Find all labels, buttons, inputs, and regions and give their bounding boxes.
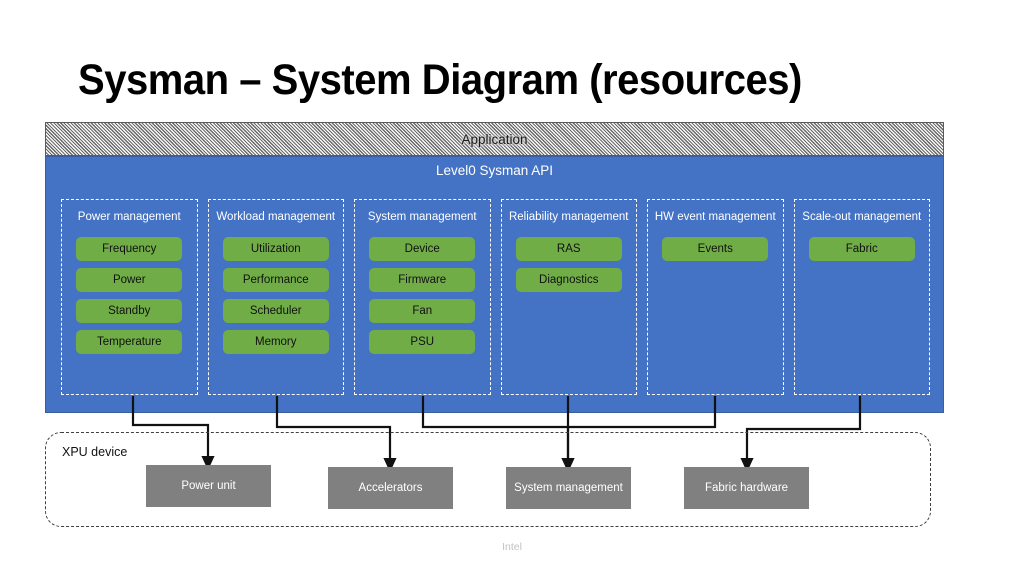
page-title: Sysman – System Diagram (resources) — [78, 56, 802, 104]
application-layer-bar: Application — [45, 122, 944, 156]
resource-chip-temperature[interactable]: Temperature — [76, 329, 183, 354]
resource-chip-fabric[interactable]: Fabric — [808, 236, 915, 261]
xpu-device-label: XPU device — [62, 445, 128, 459]
domain-column-system-management[interactable]: System management Device Firmware Fan PS… — [354, 199, 491, 395]
resource-chip-stack: RAS Diagnostics — [502, 236, 637, 292]
resource-chip-stack: Utilization Performance Scheduler Memory — [209, 236, 344, 354]
resource-chip-stack: Events — [648, 236, 783, 261]
resource-chip-scheduler[interactable]: Scheduler — [222, 298, 329, 323]
resource-chip-psu[interactable]: PSU — [369, 329, 476, 354]
resource-chip-ras[interactable]: RAS — [515, 236, 622, 261]
resource-chip-power[interactable]: Power — [76, 267, 183, 292]
domain-column-title: Reliability management — [508, 211, 629, 223]
domain-column-title: Power management — [77, 211, 181, 223]
domain-column-title: Scale-out management — [802, 211, 922, 223]
hardware-box-fabric-hardware[interactable]: Fabric hardware — [684, 467, 809, 509]
resource-chip-fan[interactable]: Fan — [369, 298, 476, 323]
application-layer-label: Application — [461, 131, 528, 147]
resource-chip-performance[interactable]: Performance — [222, 267, 329, 292]
footer-note: Intel — [502, 541, 522, 553]
domain-column-power-management[interactable]: Power management Frequency Power Standby… — [61, 199, 198, 395]
level0-sysman-api-panel: Level0 Sysman API Power management Frequ… — [45, 156, 944, 413]
resource-chip-standby[interactable]: Standby — [76, 298, 183, 323]
resource-chip-events[interactable]: Events — [662, 236, 769, 261]
domain-column-scale-out-management[interactable]: Scale-out management Fabric — [793, 199, 930, 395]
domain-column-title: HW event management — [654, 211, 776, 223]
domain-column-reliability-management[interactable]: Reliability management RAS Diagnostics — [500, 199, 637, 395]
resource-chip-firmware[interactable]: Firmware — [369, 267, 476, 292]
domain-column-hw-event-management[interactable]: HW event management Events — [647, 199, 784, 395]
resource-chip-device[interactable]: Device — [369, 236, 476, 261]
domain-column-title: Workload management — [216, 211, 336, 223]
domain-column-workload-management[interactable]: Workload management Utilization Performa… — [207, 199, 344, 395]
hardware-box-accelerators[interactable]: Accelerators — [328, 467, 453, 509]
sysman-domain-columns: Power management Frequency Power Standby… — [61, 199, 930, 395]
resource-chip-memory[interactable]: Memory — [222, 329, 329, 354]
resource-chip-stack: Fabric — [795, 236, 930, 261]
resource-chip-stack: Device Firmware Fan PSU — [355, 236, 490, 354]
resource-chip-frequency[interactable]: Frequency — [76, 236, 183, 261]
domain-column-title: System management — [367, 211, 477, 223]
resource-chip-utilization[interactable]: Utilization — [222, 236, 329, 261]
resource-chip-stack: Frequency Power Standby Temperature — [62, 236, 197, 354]
hardware-box-system-management[interactable]: System management — [506, 467, 631, 509]
level0-sysman-api-label: Level0 Sysman API — [435, 163, 554, 178]
hardware-box-power-unit[interactable]: Power unit — [146, 465, 271, 507]
xpu-device-container: XPU device Power unit Accelerators Syste… — [45, 432, 931, 527]
resource-chip-diagnostics[interactable]: Diagnostics — [515, 267, 622, 292]
